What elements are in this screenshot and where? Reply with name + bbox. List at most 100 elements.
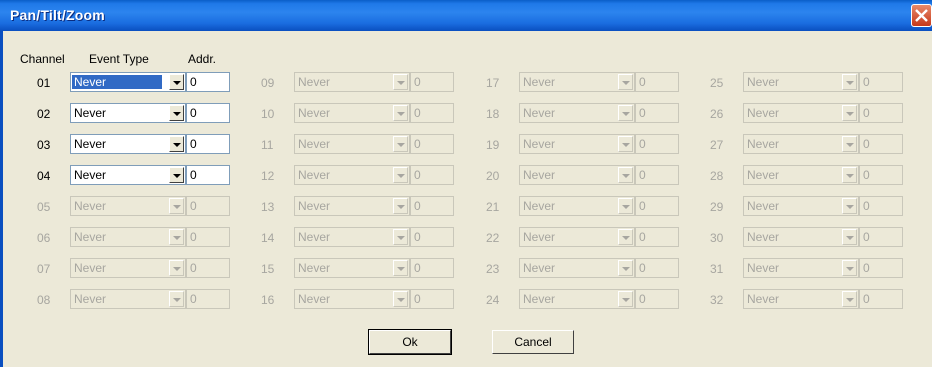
chevron-down-icon[interactable] — [393, 167, 408, 183]
event-type-select[interactable]: Never — [519, 196, 635, 216]
chevron-down-icon[interactable] — [842, 229, 857, 245]
chevron-down-icon[interactable] — [169, 74, 184, 90]
addr-field[interactable]: 0 — [635, 227, 679, 247]
event-type-select[interactable]: Never — [294, 165, 410, 185]
event-type-select[interactable]: Never — [519, 258, 635, 278]
addr-field[interactable]: 0 — [859, 72, 903, 92]
event-type-select[interactable]: Never — [70, 227, 186, 247]
addr-field[interactable]: 0 — [859, 227, 903, 247]
chevron-down-icon[interactable] — [842, 105, 857, 121]
addr-field[interactable]: 0 — [635, 258, 679, 278]
chevron-down-icon[interactable] — [842, 198, 857, 214]
ok-button[interactable]: Ok — [368, 329, 452, 355]
event-type-select[interactable]: Never — [519, 289, 635, 309]
event-type-select[interactable]: Never — [294, 289, 410, 309]
addr-field[interactable]: 0 — [410, 227, 454, 247]
addr-field[interactable]: 0 — [859, 165, 903, 185]
chevron-down-icon[interactable] — [618, 167, 633, 183]
event-type-select[interactable]: Never — [743, 289, 859, 309]
chevron-down-icon[interactable] — [618, 229, 633, 245]
chevron-down-icon[interactable] — [618, 105, 633, 121]
chevron-down-icon[interactable] — [393, 136, 408, 152]
chevron-down-icon[interactable] — [842, 136, 857, 152]
addr-field[interactable]: 0 — [186, 72, 230, 92]
event-type-select[interactable]: Never — [70, 103, 186, 123]
chevron-down-icon[interactable] — [618, 198, 633, 214]
chevron-down-icon[interactable] — [169, 260, 184, 276]
event-type-select[interactable]: Never — [70, 134, 186, 154]
chevron-down-icon[interactable] — [169, 167, 184, 183]
event-type-select[interactable]: Never — [743, 72, 859, 92]
chevron-down-icon[interactable] — [393, 229, 408, 245]
addr-field[interactable]: 0 — [635, 165, 679, 185]
addr-field[interactable]: 0 — [635, 134, 679, 154]
addr-field[interactable]: 0 — [859, 258, 903, 278]
chevron-down-icon[interactable] — [842, 291, 857, 307]
chevron-down-icon[interactable] — [393, 105, 408, 121]
event-type-select[interactable]: Never — [294, 72, 410, 92]
event-type-select[interactable]: Never — [294, 134, 410, 154]
event-type-select[interactable]: Never — [743, 103, 859, 123]
addr-field[interactable]: 0 — [410, 165, 454, 185]
event-type-select[interactable]: Never — [70, 196, 186, 216]
addr-field[interactable]: 0 — [859, 289, 903, 309]
addr-field[interactable]: 0 — [635, 72, 679, 92]
addr-field[interactable]: 0 — [859, 134, 903, 154]
event-type-select[interactable]: Never — [519, 72, 635, 92]
addr-field[interactable]: 0 — [186, 258, 230, 278]
addr-field[interactable]: 0 — [859, 103, 903, 123]
title-bar[interactable]: Pan/Tilt/Zoom — [0, 0, 932, 31]
addr-field[interactable]: 0 — [186, 196, 230, 216]
chevron-down-icon[interactable] — [393, 74, 408, 90]
chevron-down-icon[interactable] — [842, 260, 857, 276]
chevron-down-icon[interactable] — [169, 229, 184, 245]
chevron-down-icon[interactable] — [842, 74, 857, 90]
addr-field[interactable]: 0 — [410, 289, 454, 309]
cancel-button[interactable]: Cancel — [492, 330, 574, 354]
event-type-select[interactable]: Never — [519, 134, 635, 154]
addr-field[interactable]: 0 — [410, 103, 454, 123]
addr-field[interactable]: 0 — [410, 258, 454, 278]
addr-field[interactable]: 0 — [186, 134, 230, 154]
chevron-down-icon[interactable] — [618, 136, 633, 152]
event-type-select[interactable]: Never — [519, 103, 635, 123]
event-type-select[interactable]: Never — [294, 196, 410, 216]
chevron-down-icon[interactable] — [169, 291, 184, 307]
event-type-select[interactable]: Never — [743, 165, 859, 185]
chevron-down-icon[interactable] — [169, 198, 184, 214]
event-type-select[interactable]: Never — [70, 165, 186, 185]
event-type-select[interactable]: Never — [294, 103, 410, 123]
addr-field[interactable]: 0 — [410, 196, 454, 216]
event-type-select[interactable]: Never — [294, 227, 410, 247]
chevron-down-icon[interactable] — [618, 74, 633, 90]
addr-field[interactable]: 0 — [186, 165, 230, 185]
addr-field[interactable]: 0 — [635, 289, 679, 309]
chevron-down-icon[interactable] — [618, 260, 633, 276]
addr-field[interactable]: 0 — [410, 134, 454, 154]
addr-field[interactable]: 0 — [186, 103, 230, 123]
close-button[interactable] — [911, 4, 932, 27]
event-type-select[interactable]: Never — [70, 258, 186, 278]
chevron-down-icon[interactable] — [393, 260, 408, 276]
event-type-select[interactable]: Never — [70, 289, 186, 309]
event-type-select[interactable]: Never — [743, 258, 859, 278]
addr-field[interactable]: 0 — [859, 196, 903, 216]
chevron-down-icon[interactable] — [393, 198, 408, 214]
chevron-down-icon[interactable] — [169, 105, 184, 121]
event-type-select[interactable]: Never — [70, 72, 186, 92]
addr-field[interactable]: 0 — [635, 196, 679, 216]
addr-field[interactable]: 0 — [186, 289, 230, 309]
event-type-select[interactable]: Never — [519, 227, 635, 247]
addr-field[interactable]: 0 — [410, 72, 454, 92]
addr-field[interactable]: 0 — [186, 227, 230, 247]
chevron-down-icon[interactable] — [169, 136, 184, 152]
addr-field[interactable]: 0 — [635, 103, 679, 123]
event-type-select[interactable]: Never — [743, 227, 859, 247]
event-type-select[interactable]: Never — [294, 258, 410, 278]
event-type-select[interactable]: Never — [519, 165, 635, 185]
event-type-select[interactable]: Never — [743, 196, 859, 216]
chevron-down-icon[interactable] — [393, 291, 408, 307]
chevron-down-icon[interactable] — [618, 291, 633, 307]
chevron-down-icon[interactable] — [842, 167, 857, 183]
event-type-select[interactable]: Never — [743, 134, 859, 154]
